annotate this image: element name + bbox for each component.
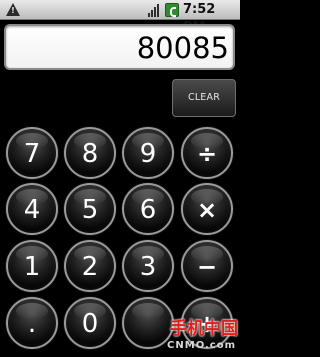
key-3[interactable]: 3	[122, 240, 174, 292]
watermark-domain-text: CNMO.com	[167, 340, 236, 351]
watermark-cn-text: 手机中国	[170, 319, 238, 339]
key-6[interactable]: 6	[122, 183, 174, 235]
key-0[interactable]: 0	[64, 297, 116, 349]
status-time: 7:52 PM	[183, 2, 216, 35]
key-8[interactable]: 8	[64, 127, 116, 179]
key-multiply[interactable]: ×	[181, 183, 233, 235]
clear-button[interactable]: CLEAR	[172, 79, 236, 117]
status-bar: ! 7:52 PM	[0, 0, 240, 35]
key-divide[interactable]: ÷	[181, 127, 233, 179]
key-2[interactable]: 2	[64, 240, 116, 292]
key-9[interactable]: 9	[122, 127, 174, 179]
key-decimal[interactable]: .	[6, 297, 58, 349]
signal-icon	[148, 3, 162, 17]
key-1[interactable]: 1	[6, 240, 58, 292]
key-7[interactable]: 7	[6, 127, 58, 179]
key-minus[interactable]: −	[181, 240, 233, 292]
result-display[interactable]: 80085	[4, 24, 235, 70]
key-5[interactable]: 5	[64, 183, 116, 235]
battery-charging-icon	[165, 3, 179, 17]
key-4[interactable]: 4	[6, 183, 58, 235]
warning-exclamation-mark: !	[11, 6, 15, 15]
display-value: 80085	[136, 31, 229, 65]
watermark-logo: 手机中国 CNMO.com	[126, 319, 238, 355]
